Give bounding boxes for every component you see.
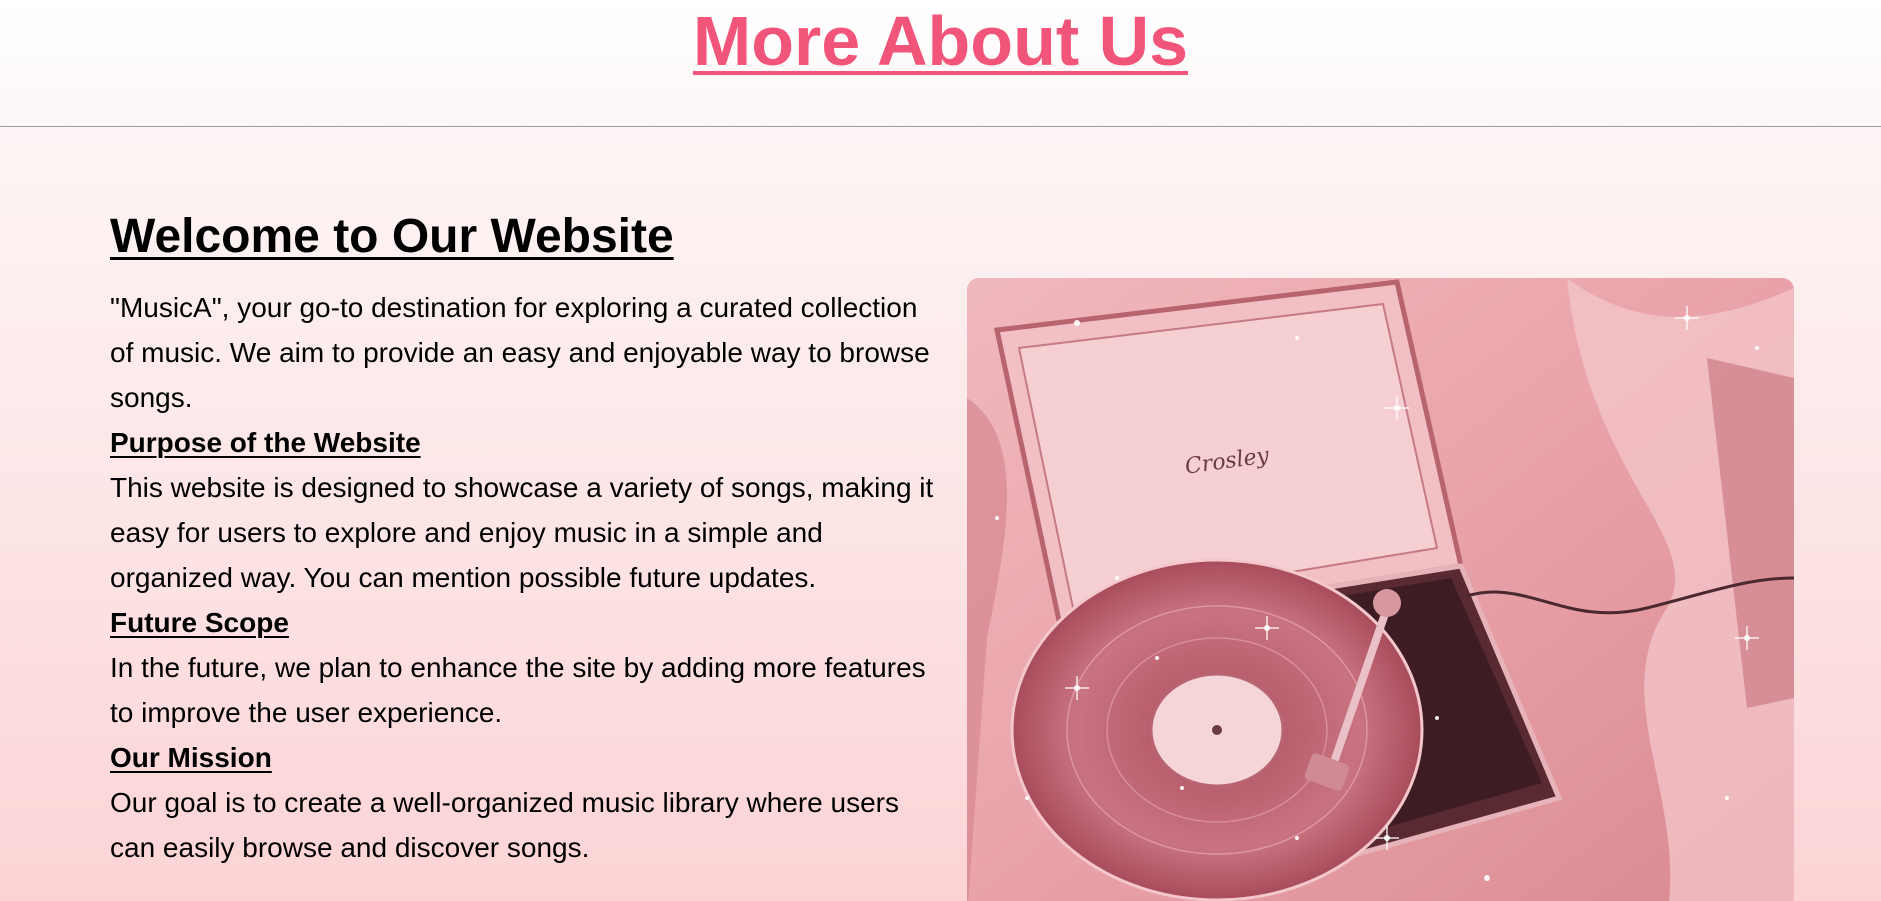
- about-text-section: Welcome to Our Website "MusicA", your go…: [110, 205, 940, 870]
- mission-heading: Our Mission: [110, 742, 272, 773]
- page-title: More About Us: [692, 2, 1189, 80]
- purpose-heading: Purpose of the Website: [110, 427, 421, 458]
- page-header: More About Us: [0, 0, 1881, 127]
- record-player-image: Crosley: [967, 278, 1794, 901]
- mission-paragraph: Our goal is to create a well-organized m…: [110, 787, 899, 863]
- future-scope-paragraph: In the future, we plan to enhance the si…: [110, 652, 926, 728]
- purpose-paragraph: This website is designed to showcase a v…: [110, 472, 934, 593]
- record-player-illustration: Crosley: [967, 278, 1794, 901]
- future-scope-heading: Future Scope: [110, 607, 289, 638]
- welcome-heading: Welcome to Our Website: [110, 210, 674, 263]
- intro-paragraph: "MusicA", your go-to destination for exp…: [110, 292, 930, 413]
